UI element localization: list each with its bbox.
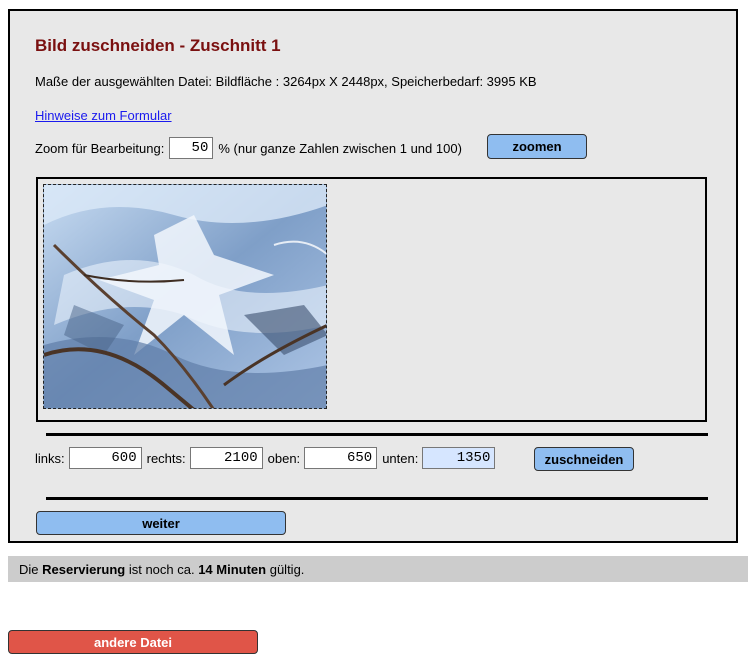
- page-title: Bild zuschneiden - Zuschnitt 1: [35, 36, 281, 55]
- zoom-row: Zoom für Bearbeitung: % (nur ganze Zahle…: [35, 136, 462, 160]
- other-file-button[interactable]: andere Datei: [8, 630, 258, 654]
- crop-area[interactable]: [36, 177, 707, 422]
- top-input[interactable]: [304, 447, 378, 469]
- crop-button[interactable]: zuschneiden: [534, 447, 634, 471]
- zoom-button[interactable]: zoomen: [487, 134, 587, 159]
- zoom-input[interactable]: [169, 137, 214, 159]
- zoom-hint: % (nur ganze Zahlen zwischen 1 und 100): [218, 140, 462, 156]
- zoom-label: Zoom für Bearbeitung:: [35, 140, 165, 156]
- ice-crystal-photo: [44, 185, 326, 408]
- status-minutes: 14 Minuten: [198, 562, 267, 577]
- photo-preview[interactable]: [43, 184, 327, 409]
- status-prefix: Die: [19, 562, 43, 577]
- bottom-input[interactable]: [422, 447, 496, 469]
- status-suffix: gültig.: [266, 562, 305, 577]
- next-button[interactable]: weiter: [36, 511, 286, 535]
- top-label: oben:: [267, 450, 301, 466]
- file-info: Maße der ausgewählten Datei: Bildfläche …: [35, 74, 537, 89]
- right-input[interactable]: [189, 447, 263, 469]
- status-middle: ist noch ca.: [125, 562, 199, 577]
- crop-coordinates-row: links: rechts: oben: unten:: [35, 446, 500, 470]
- form-help-link[interactable]: Hinweise zum Formular: [35, 108, 172, 123]
- left-label: links:: [35, 450, 65, 466]
- reservation-status: Die Reservierung ist noch ca. 14 Minuten…: [8, 556, 748, 582]
- left-input[interactable]: [68, 447, 142, 469]
- bottom-label: unten:: [382, 450, 419, 466]
- right-label: rechts:: [146, 450, 186, 466]
- crop-panel: Bild zuschneiden - Zuschnitt 1 Maße der …: [8, 9, 738, 543]
- divider-bottom: [46, 497, 708, 500]
- divider-top: [46, 433, 708, 436]
- status-reservation: Reservierung: [42, 562, 126, 577]
